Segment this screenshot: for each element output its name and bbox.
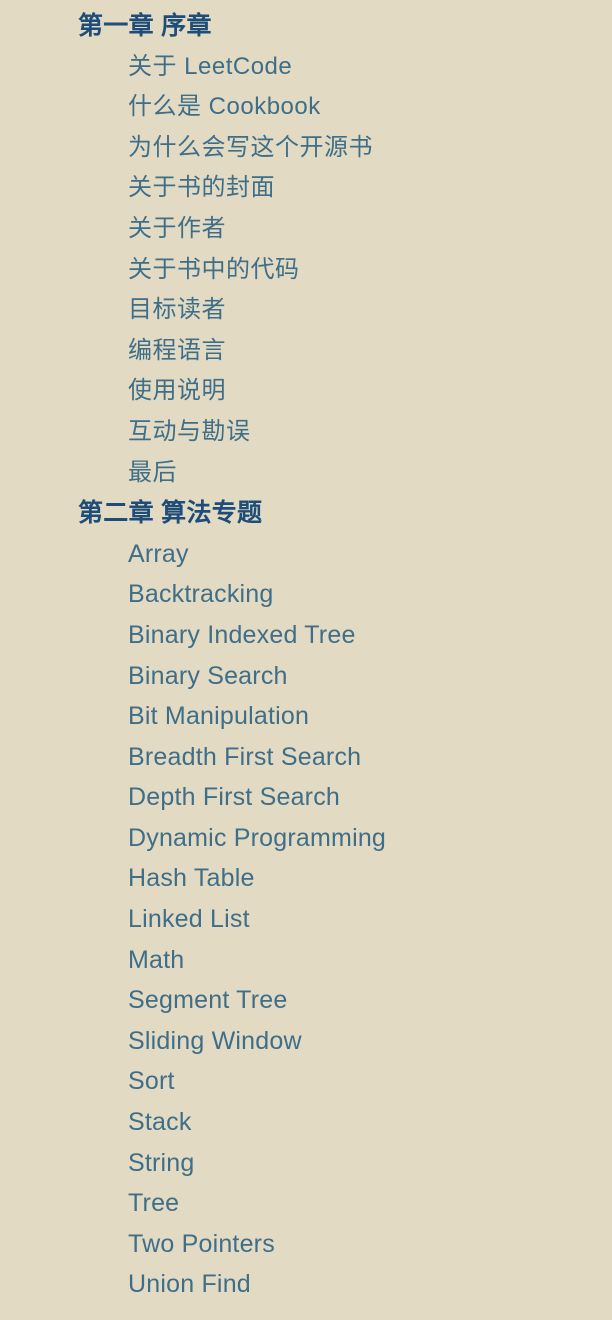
list-item: 关于书中的代码	[0, 250, 612, 291]
list-item: Binary Search	[0, 656, 612, 697]
toc-link[interactable]: 什么是 Cookbook	[0, 87, 612, 128]
list-item: 关于书的封面	[0, 168, 612, 209]
list-item: Tree	[0, 1183, 612, 1224]
toc-link[interactable]: 关于书的封面	[0, 168, 612, 209]
toc-link[interactable]: 最后	[0, 453, 612, 494]
list-item: 关于作者	[0, 209, 612, 250]
list-item: Backtracking	[0, 574, 612, 615]
list-item: Dynamic Programming	[0, 818, 612, 859]
toc-link[interactable]: Union Find	[0, 1264, 612, 1305]
list-item: 编程语言	[0, 331, 612, 372]
toc-section: 第二章 算法专题 Array Backtracking Binary Indexed …	[0, 493, 612, 1305]
list-item: Binary Indexed Tree	[0, 615, 612, 656]
list-item: Sliding Window	[0, 1021, 612, 1062]
toc-link[interactable]: Binary Indexed Tree	[0, 615, 612, 656]
toc-link[interactable]: 编程语言	[0, 331, 612, 372]
list-item: Linked List	[0, 899, 612, 940]
toc-link[interactable]: 关于作者	[0, 209, 612, 250]
toc-link[interactable]: Two Pointers	[0, 1224, 612, 1265]
list-item: Two Pointers	[0, 1224, 612, 1265]
toc-link[interactable]: 关于 LeetCode	[0, 47, 612, 88]
list-item: 关于 LeetCode	[0, 47, 612, 88]
list-item: Sort	[0, 1061, 612, 1102]
list-item: Bit Manipulation	[0, 696, 612, 737]
list-item: 为什么会写这个开源书	[0, 128, 612, 169]
toc-link[interactable]: Tree	[0, 1183, 612, 1224]
toc-link[interactable]: Depth First Search	[0, 777, 612, 818]
toc-link[interactable]: Sliding Window	[0, 1021, 612, 1062]
toc-link[interactable]: Breadth First Search	[0, 737, 612, 778]
list-item: 什么是 Cookbook	[0, 87, 612, 128]
toc-link[interactable]: Binary Search	[0, 656, 612, 697]
toc-link[interactable]: Sort	[0, 1061, 612, 1102]
table-of-contents: 第一章 序章关于 LeetCode 什么是 Cookbook 为什么会写这个开源书关…	[0, 0, 612, 1320]
list-item: Hash Table	[0, 858, 612, 899]
toc-link[interactable]: 关于书中的代码	[0, 250, 612, 291]
toc-link[interactable]: 目标读者	[0, 290, 612, 331]
toc-link[interactable]: Backtracking	[0, 574, 612, 615]
toc-link[interactable]: Array	[0, 534, 612, 575]
toc-section: 第一章 序章关于 LeetCode 什么是 Cookbook 为什么会写这个开源书关…	[0, 6, 612, 493]
toc-link[interactable]: 互动与勘误	[0, 412, 612, 453]
list-item: 目标读者	[0, 290, 612, 331]
toc-link[interactable]: Dynamic Programming	[0, 818, 612, 859]
chapter-heading: 第二章 算法专题	[78, 499, 263, 528]
chapter-heading: 第一章 序章	[78, 12, 212, 40]
list-item: 使用说明	[0, 371, 612, 412]
list-item: 互动与勘误	[0, 412, 612, 453]
list-item: Union Find	[0, 1264, 612, 1305]
toc-link[interactable]: Linked List	[0, 899, 612, 940]
toc-link[interactable]: 为什么会写这个开源书	[0, 128, 612, 169]
list-item: Depth First Search	[0, 777, 612, 818]
list-item: Math	[0, 940, 612, 981]
list-item: 最后	[0, 453, 612, 494]
list-item: String	[0, 1143, 612, 1184]
list-item: Stack	[0, 1102, 612, 1143]
toc-link[interactable]: String	[0, 1143, 612, 1184]
list-item: Array	[0, 534, 612, 575]
toc-link[interactable]: Hash Table	[0, 858, 612, 899]
list-item: Breadth First Search	[0, 737, 612, 778]
toc-list: 关于 LeetCode 什么是 Cookbook 为什么会写这个开源书 关于书的封面关…	[0, 47, 612, 494]
list-item: Segment Tree	[0, 980, 612, 1021]
toc-link[interactable]: Bit Manipulation	[0, 696, 612, 737]
toc-link[interactable]: Segment Tree	[0, 980, 612, 1021]
toc-link[interactable]: Stack	[0, 1102, 612, 1143]
toc-list: Array Backtracking Binary Indexed Tree Bina…	[0, 534, 612, 1305]
toc-link[interactable]: Math	[0, 940, 612, 981]
toc-link[interactable]: 使用说明	[0, 371, 612, 412]
